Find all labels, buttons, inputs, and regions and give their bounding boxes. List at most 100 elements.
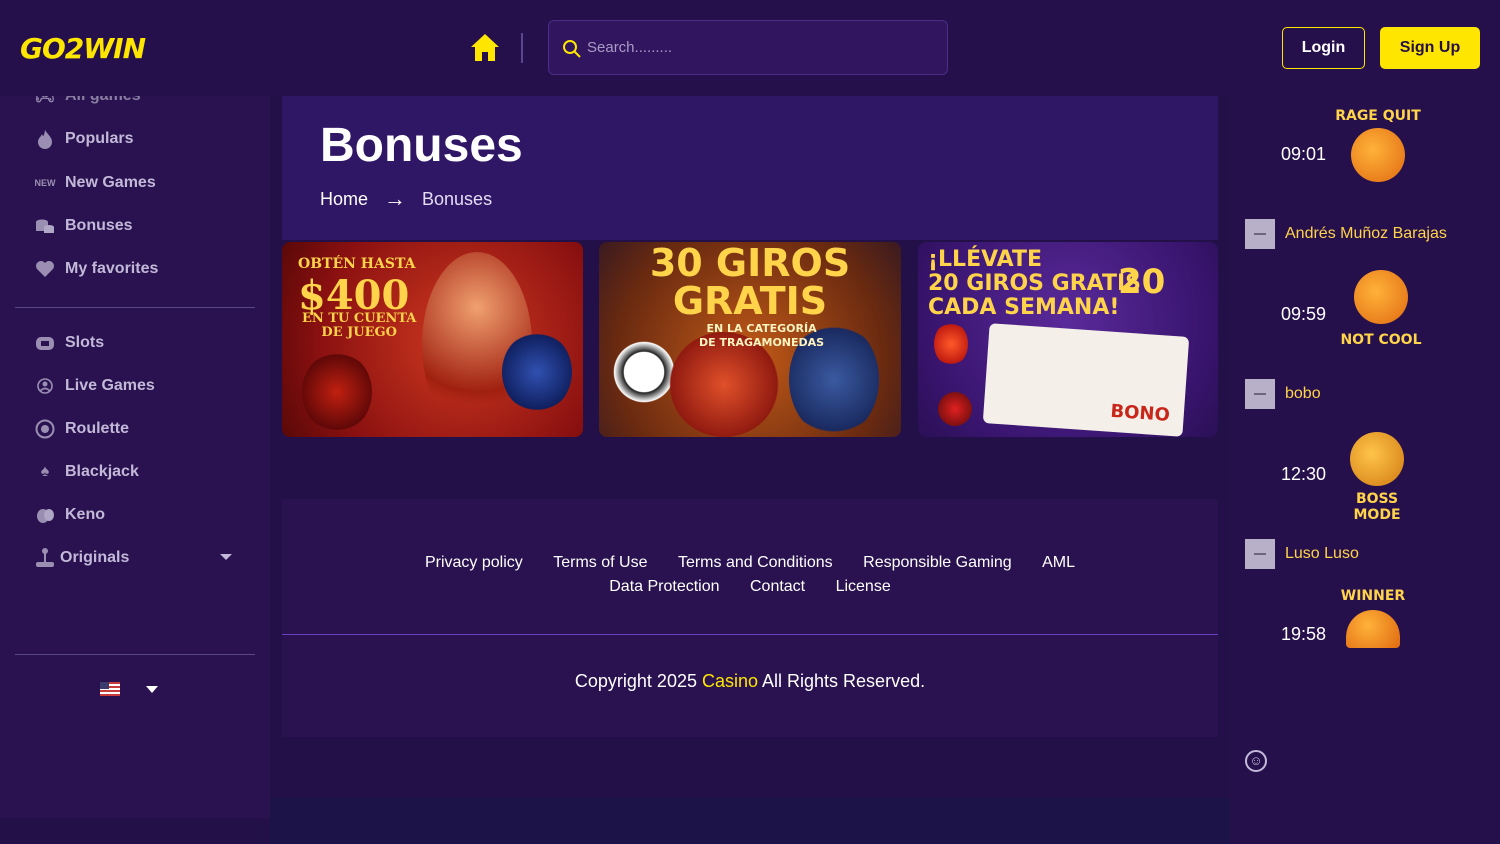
sidebar-divider xyxy=(15,307,255,308)
banner-character xyxy=(302,352,372,432)
roulette-icon xyxy=(34,419,56,439)
page-header: Bonuses Home → Bonuses xyxy=(282,96,1218,240)
coins-icon xyxy=(34,216,56,236)
language-selector[interactable] xyxy=(100,682,158,696)
sidebar-item-roulette[interactable]: Roulette xyxy=(34,417,244,441)
sidebar-item-blackjack[interactable]: ♠ Blackjack xyxy=(34,460,244,484)
signup-button[interactable]: Sign Up xyxy=(1380,27,1480,69)
sidebar-item-label: Keno xyxy=(65,506,105,523)
trophy-badge: 20 xyxy=(1118,262,1166,302)
chevron-down-icon xyxy=(146,685,158,693)
chat-username: bobo xyxy=(1285,385,1321,402)
avatar xyxy=(1245,219,1275,249)
footer-link-terms-of-use[interactable]: Terms of Use xyxy=(553,554,647,571)
footer-link-contact[interactable]: Contact xyxy=(750,578,805,595)
search-input[interactable] xyxy=(587,21,937,74)
footer-link-privacy[interactable]: Privacy policy xyxy=(425,554,523,571)
flame-icon xyxy=(34,129,56,149)
header-divider xyxy=(521,33,523,63)
seven-icon xyxy=(934,322,968,366)
chat-sticker: WINNER xyxy=(1330,588,1416,674)
chat-time: 12:30 xyxy=(1281,464,1327,484)
home-icon[interactable] xyxy=(468,30,502,64)
chat-panel: 09:01 RAGE QUIT Andrés Muñoz Barajas 09:… xyxy=(1230,96,1500,844)
chat-user[interactable]: bobo xyxy=(1245,379,1321,409)
avatar xyxy=(1245,539,1275,569)
sidebar-item-new-games[interactable]: NEW New Games xyxy=(34,171,244,195)
sidebar-item-label: Roulette xyxy=(65,420,129,437)
sidebar-item-live-games[interactable]: Live Games xyxy=(34,374,244,398)
chat-username: Andrés Muñoz Barajas xyxy=(1285,225,1447,242)
footer: Privacy policy Terms of Use Terms and Co… xyxy=(282,499,1218,737)
chat-sticker: NOT COOL xyxy=(1338,266,1424,352)
page-bottom xyxy=(270,798,1230,844)
sidebar-divider xyxy=(15,654,255,655)
breadcrumb: Home → Bonuses xyxy=(320,186,492,212)
sidebar-item-label: Blackjack xyxy=(65,463,139,480)
chat-time: 09:59 xyxy=(1281,304,1327,324)
spade-icon: ♠ xyxy=(40,463,50,480)
chat-sticker: RAGE QUIT xyxy=(1335,108,1421,194)
footer-link-responsible-gaming[interactable]: Responsible Gaming xyxy=(863,554,1012,571)
footer-link-license[interactable]: License xyxy=(836,578,891,595)
keno-icon xyxy=(34,505,56,525)
banner-character xyxy=(502,332,572,412)
sidebar-item-populars[interactable]: Populars xyxy=(34,127,244,151)
footer-link-terms-conditions[interactable]: Terms and Conditions xyxy=(678,554,833,571)
chevron-down-icon[interactable] xyxy=(220,554,232,560)
chat-time: 19:58 xyxy=(1281,624,1327,644)
sidebar-item-favorites[interactable]: My favorites xyxy=(34,257,244,281)
chat-username: Luso Luso xyxy=(1285,545,1359,562)
sidebar-item-label: Slots xyxy=(65,334,105,351)
chat-user[interactable]: Luso Luso xyxy=(1245,539,1359,569)
sidebar-item-slots[interactable]: Slots xyxy=(34,331,244,355)
copyright-brand[interactable]: Casino xyxy=(702,671,758,691)
bonus-ticket: BONO xyxy=(982,323,1190,437)
sidebar-item-label: My favorites xyxy=(65,260,159,277)
footer-divider xyxy=(282,634,1218,635)
avatar xyxy=(1245,379,1275,409)
bonus-banner-3[interactable]: ¡LLÉVATE 20 GIROS GRATIS CADA SEMANA! 20 B… xyxy=(918,242,1218,437)
dealer-icon xyxy=(34,376,56,396)
sidebar-item-label: All games xyxy=(65,96,141,105)
main-content: Bonuses Home → Bonuses OBTÉN HASTA $400 … xyxy=(282,96,1218,737)
banner-text: ¡LLÉVATE 20 GIROS GRATIS CADA SEMANA! xyxy=(928,247,1142,320)
site-logo[interactable]: GO2WIN xyxy=(20,32,146,65)
sidebar-item-keno[interactable]: Keno xyxy=(34,503,244,527)
chat-user[interactable]: Andrés Muñoz Barajas xyxy=(1245,219,1447,249)
banner-text: EN TU CUENTA DE JUEGO xyxy=(302,311,417,340)
ticket-label: BONO xyxy=(1109,400,1171,426)
banner-text: OBTÉN HASTA xyxy=(298,256,416,272)
sidebar-item-label: Bonuses xyxy=(65,217,133,234)
emoji-icon[interactable]: ☺ xyxy=(1245,750,1267,772)
top-bar: GO2WIN Login Sign Up xyxy=(0,0,1500,96)
cherry-icon xyxy=(938,392,972,426)
chat-sticker: BOSS MODE xyxy=(1334,428,1420,523)
page-title: Bonuses xyxy=(320,119,523,172)
breadcrumb-home[interactable]: Home xyxy=(320,189,368,210)
breadcrumb-current: Bonuses xyxy=(422,188,493,209)
footer-links: Privacy policy Terms of Use Terms and Co… xyxy=(282,551,1218,599)
joystick-icon xyxy=(34,548,56,568)
search-box[interactable] xyxy=(548,20,948,75)
sidebar-item-label: Live Games xyxy=(65,377,155,394)
search-icon xyxy=(563,40,581,58)
footer-link-data-protection[interactable]: Data Protection xyxy=(609,578,719,595)
sidebar-item-label: Populars xyxy=(65,130,134,147)
sidebar-item-all-games[interactable]: 🎮︎ All games xyxy=(34,96,244,108)
gamepad-icon: 🎮︎ xyxy=(34,96,56,105)
sidebar-item-originals[interactable]: Originals xyxy=(34,546,240,570)
sidebar-item-bonuses[interactable]: Bonuses xyxy=(34,214,244,238)
footer-link-aml[interactable]: AML xyxy=(1042,554,1075,571)
sidebar-item-label: Originals xyxy=(60,549,130,566)
bonus-banner-1[interactable]: OBTÉN HASTA $400 EN TU CUENTA DE JUEGO xyxy=(282,242,583,437)
copyright: Copyright 2025 Casino All Rights Reserve… xyxy=(574,671,926,691)
login-button[interactable]: Login xyxy=(1282,27,1365,69)
banner-text: 30 GIROS GRATIS xyxy=(649,242,851,323)
banner-text: EN LA CATEGORÍA DE TRAGAMONEDAS xyxy=(699,322,825,349)
arrow-right-icon: → xyxy=(384,186,407,211)
bonus-banner-2[interactable]: 30 GIROS GRATIS EN LA CATEGORÍA DE TRAGAMO… xyxy=(599,242,901,437)
sidebar-item-label: New Games xyxy=(65,174,156,191)
slot-icon xyxy=(34,333,56,353)
banner-panda xyxy=(609,337,679,407)
